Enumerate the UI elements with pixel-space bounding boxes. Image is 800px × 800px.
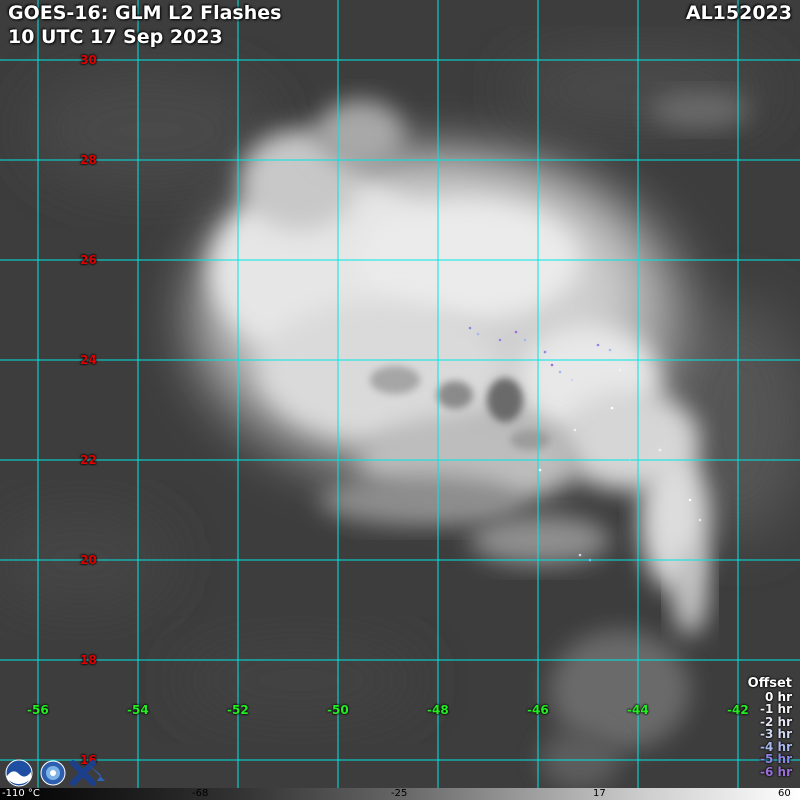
satellite-image-viewer: GOES-16: GLM L2 Flashes 10 UTC 17 Sep 20… — [0, 0, 800, 800]
legend-entry: -3 hr — [760, 727, 792, 741]
legend-heading: Offset — [747, 676, 792, 691]
valid-time: 10 UTC 17 Sep 2023 — [8, 26, 223, 48]
lon-label: -46 — [527, 703, 549, 717]
lon-label: -44 — [627, 703, 649, 717]
lon-label: -42 — [727, 703, 749, 717]
nesdis-logo-icon — [40, 760, 66, 786]
lat-label: 20 — [80, 553, 97, 567]
noaa-logo-icon — [5, 759, 33, 787]
colorbar-tick: 17 — [593, 788, 606, 799]
product-title: GOES-16: GLM L2 Flashes — [8, 2, 282, 24]
agency-logos — [5, 759, 105, 787]
lon-label: -50 — [327, 703, 349, 717]
lat-label: 24 — [80, 353, 97, 367]
lon-label: -54 — [127, 703, 149, 717]
lon-label: -52 — [227, 703, 249, 717]
colorbar-tick: 60 — [778, 788, 791, 799]
storm-id: AL152023 — [685, 2, 792, 24]
legend-entry: -1 hr — [760, 702, 792, 716]
satellite-imagery — [0, 0, 800, 800]
lon-label: -48 — [427, 703, 449, 717]
cira-logo-icon — [70, 760, 105, 786]
colorbar-tick: -25 — [391, 788, 408, 799]
colorbar-tick: -68 — [192, 788, 209, 799]
lat-label: 22 — [80, 453, 97, 467]
lon-label: -56 — [27, 703, 49, 717]
lat-label: 30 — [80, 53, 97, 67]
colorbar-unit-label: -110 °C — [2, 788, 40, 799]
offset-legend: Offset 0 hr -1 hr -2 hr -3 hr -4 hr -5 h… — [747, 676, 792, 779]
lat-label: 28 — [80, 153, 97, 167]
legend-entry: -5 hr — [760, 752, 792, 766]
legend-entry: -6 hr — [760, 764, 792, 779]
lat-label: 18 — [80, 653, 97, 667]
lat-label: 26 — [80, 253, 97, 267]
